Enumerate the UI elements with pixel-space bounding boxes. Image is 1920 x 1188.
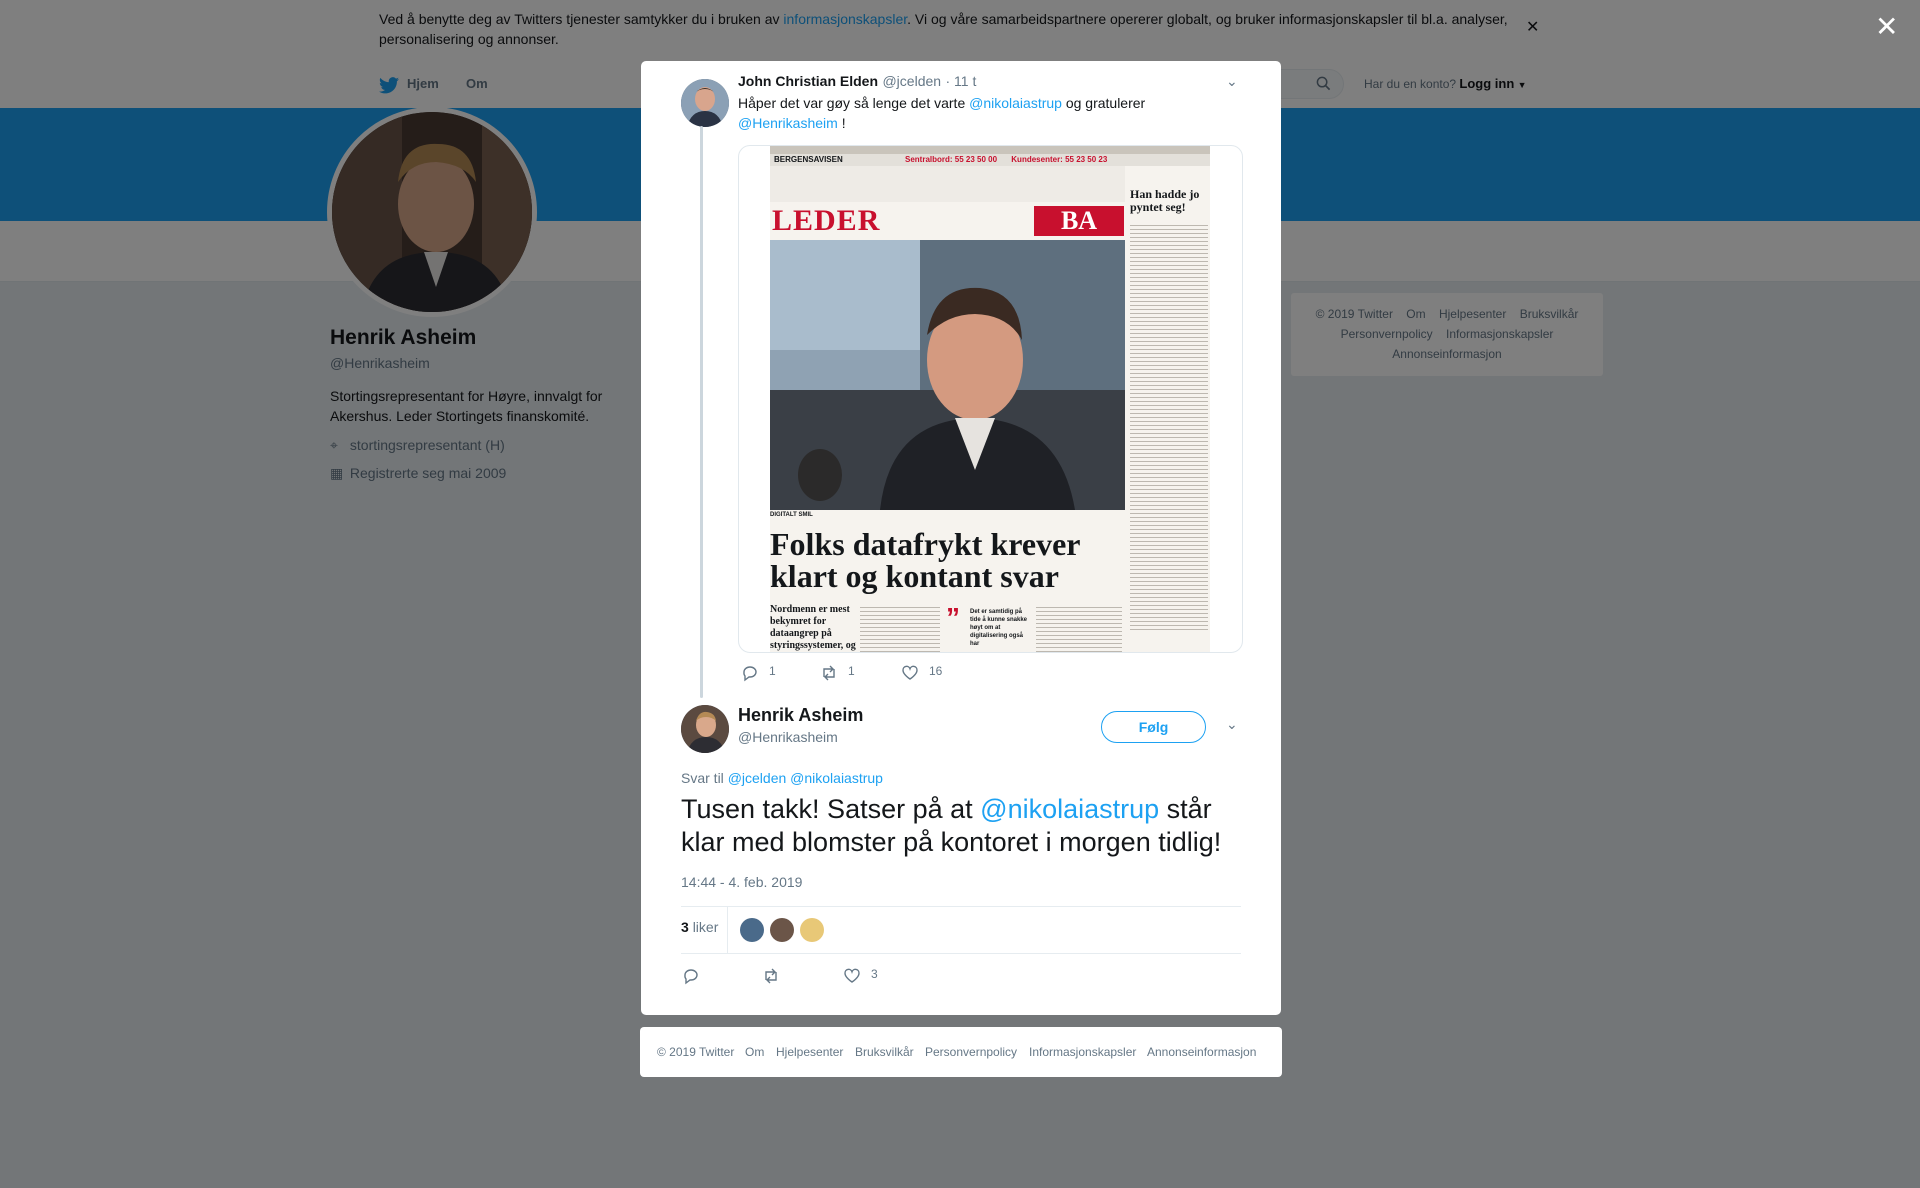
- heart-icon: [844, 968, 860, 983]
- reply-icon: [684, 969, 698, 985]
- parent-like-count: 16: [929, 664, 943, 678]
- parent-author-name[interactable]: John Christian Elden: [738, 73, 878, 89]
- mention-henrikasheim[interactable]: @Henrikasheim: [738, 115, 838, 131]
- side-column: Han hadde jo pyntet seg!: [1128, 166, 1210, 652]
- liker-avatar[interactable]: [770, 918, 794, 942]
- side-headline: Han hadde jo pyntet seg!: [1130, 187, 1200, 214]
- close-icon[interactable]: ✕: [1875, 10, 1898, 43]
- reply-to-nikolaiastrup[interactable]: @nikolaiastrup: [790, 770, 883, 786]
- editors-row: [770, 166, 1125, 202]
- body-column-2: [1036, 604, 1122, 652]
- newspaper-photo: [770, 240, 1125, 510]
- likes-count: 3: [681, 919, 689, 935]
- main-like-count: 3: [871, 967, 878, 981]
- liker-avatar[interactable]: [740, 918, 764, 942]
- divider: [681, 906, 1241, 907]
- tweet-timestamp[interactable]: 14:44 - 4. feb. 2019: [681, 874, 802, 890]
- avatar-photo: [681, 705, 729, 753]
- parent-tweet-time[interactable]: · 11 t: [946, 73, 977, 89]
- divider: [727, 907, 728, 953]
- newspaper-clip: BERGENSAVISEN Sentralbord: 55 23 50 00 K…: [770, 146, 1210, 652]
- footer-copyright: © 2019 Twitter: [657, 1045, 735, 1059]
- heart-icon: [902, 665, 918, 680]
- reply-to-line: Svar til @jcelden @nikolaiastrup: [681, 770, 883, 786]
- quote-mark: ”: [946, 602, 960, 633]
- main-reply-button[interactable]: [682, 967, 700, 990]
- thread-connector-line: [700, 126, 703, 698]
- newspaper-headline: Folks datafrykt krever klart og kontant …: [770, 526, 1080, 594]
- footer-cookies[interactable]: Informasjonskapsler: [1029, 1045, 1136, 1059]
- politician-photo: [770, 240, 1125, 510]
- footer-terms[interactable]: Bruksvilkår: [855, 1045, 914, 1059]
- reply-to-jcelden[interactable]: @jcelden: [728, 770, 787, 786]
- parent-like-button[interactable]: 16: [901, 664, 942, 687]
- parent-retweet-count: 1: [848, 664, 855, 678]
- main-like-button[interactable]: 3: [843, 967, 878, 990]
- follow-button[interactable]: Følg: [1101, 711, 1206, 743]
- pull-quote: Det er samtidig på tide å kunne snakke h…: [970, 609, 1028, 647]
- main-more-chevron-icon[interactable]: ⌄: [1226, 716, 1238, 733]
- parent-author-handle[interactable]: @jcelden: [882, 73, 941, 89]
- liker-avatar[interactable]: [800, 918, 824, 942]
- tweet-media-image[interactable]: BERGENSAVISEN Sentralbord: 55 23 50 00 K…: [738, 145, 1243, 653]
- mention-nikolaiastrup[interactable]: @nikolaiastrup: [969, 95, 1062, 111]
- side-body-text: [1130, 222, 1208, 632]
- parent-more-chevron-icon[interactable]: ⌄: [1226, 73, 1238, 90]
- parent-reply-button[interactable]: 1: [741, 664, 776, 687]
- section-label: LEDER: [772, 204, 881, 237]
- parent-tweet-header: John Christian Elden @jcelden · 11 t: [738, 73, 976, 91]
- main-author-name[interactable]: Henrik Asheim: [738, 705, 863, 726]
- mention-nikolaiastrup[interactable]: @nikolaiastrup: [980, 794, 1159, 824]
- ba-logo: BA: [1034, 206, 1124, 236]
- likes-summary[interactable]: 3 liker: [681, 919, 718, 935]
- paper-top-strip: [770, 146, 1210, 154]
- footer-ads[interactable]: Annonseinformasjon: [1147, 1045, 1256, 1059]
- retweet-icon: [823, 665, 835, 681]
- paper-masthead: BERGENSAVISEN Sentralbord: 55 23 50 00 K…: [770, 154, 1210, 166]
- footer-about[interactable]: Om: [745, 1045, 764, 1059]
- parent-author-avatar[interactable]: [681, 79, 729, 127]
- parent-tweet-text: Håper det var gøy så lenge det varte @ni…: [738, 95, 1146, 131]
- main-tweet-text: Tusen takk! Satser på at @nikolaiastrup …: [681, 794, 1222, 857]
- footer-help[interactable]: Hjelpesenter: [776, 1045, 843, 1059]
- parent-reply-count: 1: [769, 664, 776, 678]
- modal-footer: © 2019 Twitter Om Hjelpesenter Bruksvilk…: [640, 1027, 1282, 1077]
- footer-privacy[interactable]: Personvernpolicy: [925, 1045, 1017, 1059]
- body-column-1: [860, 604, 940, 652]
- reply-icon: [743, 666, 757, 682]
- main-author-handle[interactable]: @Henrikasheim: [738, 729, 838, 745]
- likes-label: liker: [692, 919, 719, 935]
- retweet-icon: [765, 968, 777, 984]
- main-retweet-button[interactable]: [762, 967, 780, 990]
- divider: [681, 953, 1241, 954]
- newspaper-lead: Nordmenn er mest bekymret for dataangrep…: [770, 604, 856, 651]
- avatar-photo: [681, 79, 729, 127]
- main-author-avatar[interactable]: [681, 705, 729, 753]
- parent-retweet-button[interactable]: 1: [820, 664, 855, 687]
